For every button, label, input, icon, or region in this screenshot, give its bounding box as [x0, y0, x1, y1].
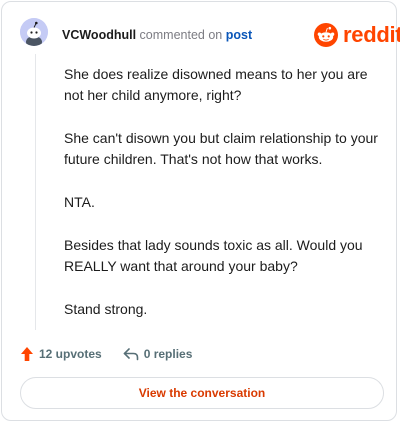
upvote-count: 12 upvotes — [39, 347, 102, 361]
upvote-button[interactable]: 12 upvotes — [20, 346, 102, 362]
comment-embed-card: VCWoodhull commented on post reddit She … — [1, 1, 400, 421]
comment-paragraph: Stand strong. — [64, 301, 148, 317]
username-link[interactable]: VCWoodhull — [62, 28, 136, 42]
reply-count: 0 replies — [143, 347, 193, 361]
comment-paragraph: Besides that lady sounds toxic as all. W… — [64, 237, 363, 274]
view-conversation-button[interactable]: View the conversation — [20, 377, 384, 409]
comment-body: She does realize disowned means to her y… — [64, 64, 382, 342]
comment-paragraph: She can't disown you but claim relations… — [64, 130, 378, 167]
comment-paragraph: She does realize disowned means to her y… — [64, 66, 368, 103]
comment-actions: 12 upvotes 0 replies — [20, 345, 192, 363]
reddit-logo-icon — [314, 23, 338, 47]
upvote-arrow-icon — [21, 347, 33, 361]
comment-header: VCWoodhull commented on post — [62, 27, 252, 43]
commented-on-text: commented on — [139, 28, 223, 42]
reply-arrow-icon — [123, 348, 139, 361]
thread-line — [35, 54, 36, 330]
comment-paragraph: NTA. — [64, 194, 95, 210]
post-link[interactable]: post — [226, 28, 252, 42]
reddit-logo[interactable]: reddit — [314, 22, 400, 48]
reddit-wordmark: reddit — [343, 22, 400, 47]
reply-button[interactable]: 0 replies — [123, 347, 193, 361]
user-avatar-icon[interactable] — [20, 18, 48, 46]
